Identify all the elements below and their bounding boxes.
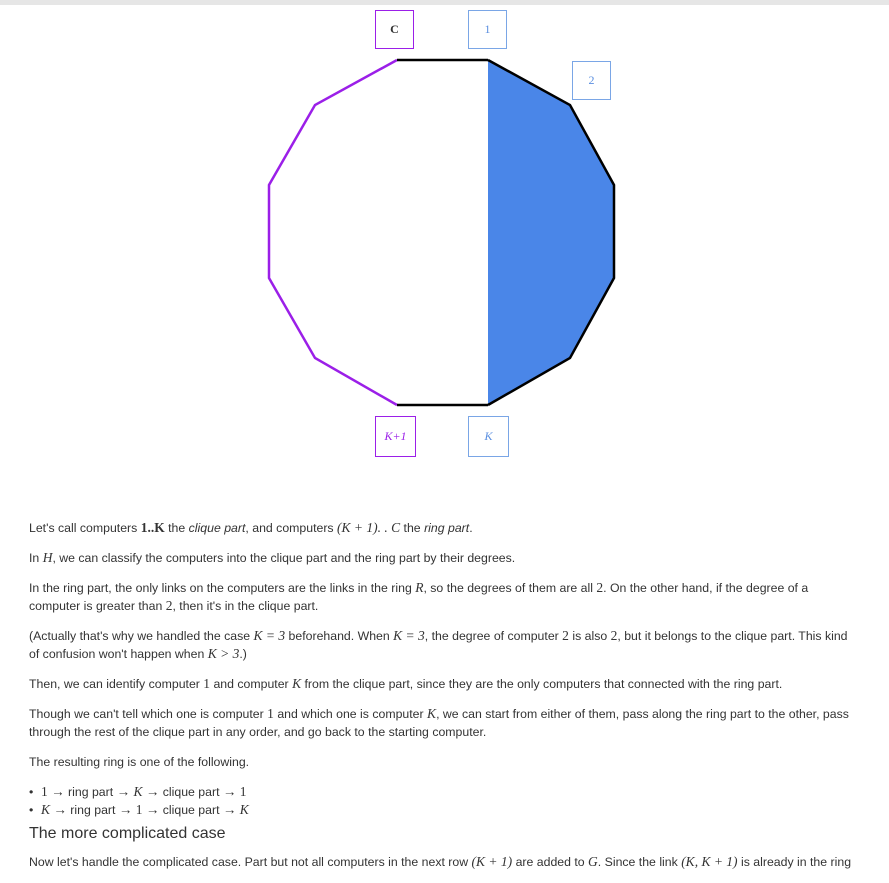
math: (K + 1) (471, 854, 513, 869)
node-label-k: K (468, 416, 509, 457)
math: (K + 1). . C (337, 520, 401, 535)
ring-diagram: C 1 2 K+1 K (0, 0, 889, 470)
math: → 1 (222, 784, 247, 799)
math: (K, K + 1) (681, 854, 738, 869)
math: K > 3 (207, 646, 240, 661)
math: K = 3 (253, 628, 286, 643)
text: is also (568, 629, 611, 643)
text: , the degree of computer (424, 629, 563, 643)
math: H (42, 550, 53, 565)
node-1-text: 1 (484, 22, 491, 36)
math: → K → (116, 784, 160, 799)
section-heading: The more complicated case (29, 825, 226, 842)
text: Let's call computers (29, 521, 141, 535)
text: clique part (159, 803, 223, 817)
text: are added to (512, 855, 589, 869)
text: . (469, 521, 473, 535)
paragraph-degrees: In the ring part, the only links on the … (29, 579, 859, 615)
paragraph-classify: In H, we can classify the computers into… (29, 549, 859, 567)
list-item: 1 → ring part → K → clique part → 1 (29, 783, 859, 801)
text: The resulting ring is one of the followi… (29, 755, 250, 769)
node-2-text: 2 (588, 73, 595, 87)
text: Though we can't tell which one is comput… (29, 707, 268, 721)
article-body: Let's call computers 1..K the clique par… (29, 519, 859, 883)
math: K (292, 676, 302, 691)
node-label-k-plus-1: K+1 (375, 416, 416, 457)
math: G (588, 854, 598, 869)
text: In the ring part, the only links on the … (29, 581, 416, 595)
math: → K (222, 802, 249, 817)
clique-part-fill (488, 60, 614, 405)
math: 1 → (41, 784, 65, 799)
text: is already in the ring (737, 855, 852, 869)
paragraph-traverse: Though we can't tell which one is comput… (29, 705, 859, 741)
text: from the clique part, since they are the… (301, 677, 783, 691)
term-clique-part: clique part (188, 521, 246, 535)
node-label-1: 1 (468, 10, 507, 49)
text: the (400, 521, 425, 535)
text: ring part (64, 785, 117, 799)
ring-part-edge (267, 58, 398, 407)
node-label-2: 2 (572, 61, 611, 100)
text: Then, we can identify computer (29, 677, 204, 691)
text: , then it's in the clique part. (172, 599, 319, 613)
math: 1..K (140, 520, 165, 535)
list-item: K → ring part → 1 → clique part → K (29, 801, 859, 819)
math: 1 (267, 706, 274, 721)
node-k-plus-1-text: K+1 (384, 429, 407, 443)
node-c-text: C (390, 22, 399, 36)
text: , and computers (245, 521, 337, 535)
decagon-svg (267, 58, 616, 407)
text: , we can classify the computers into the… (52, 551, 516, 565)
term-ring-part: ring part (424, 521, 470, 535)
paragraph-complicated-case: Now let's handle the complicated case. P… (29, 853, 859, 871)
text: and computer (210, 677, 293, 691)
paragraph-result: The resulting ring is one of the followi… (29, 753, 859, 771)
math: K (427, 706, 437, 721)
math: K = 3 (393, 628, 425, 643)
node-label-c: C (375, 10, 414, 49)
math: K → (41, 802, 67, 817)
paragraph-identify: Then, we can identify computer 1 and com… (29, 675, 859, 693)
paragraph-definitions: Let's call computers 1..K the clique par… (29, 519, 859, 537)
text: , so the degrees of them are all (423, 581, 597, 595)
math: 2 (562, 628, 569, 643)
math: → 1 → (118, 802, 160, 817)
text: .) (239, 647, 247, 661)
text: ring part (66, 803, 119, 817)
text: (Actually that's why we handled the case (29, 629, 254, 643)
text: Now let's handle the complicated case. P… (29, 855, 472, 869)
text: the (164, 521, 189, 535)
ring-options-list: 1 → ring part → K → clique part → 1 K → … (29, 783, 859, 819)
text: beforehand. When (285, 629, 394, 643)
text: and which one is computer (273, 707, 428, 721)
text: In (29, 551, 43, 565)
paragraph-k3-note: (Actually that's why we handled the case… (29, 627, 859, 663)
node-k-text: K (484, 429, 493, 443)
text: . Since the link (597, 855, 682, 869)
text: clique part (159, 785, 223, 799)
